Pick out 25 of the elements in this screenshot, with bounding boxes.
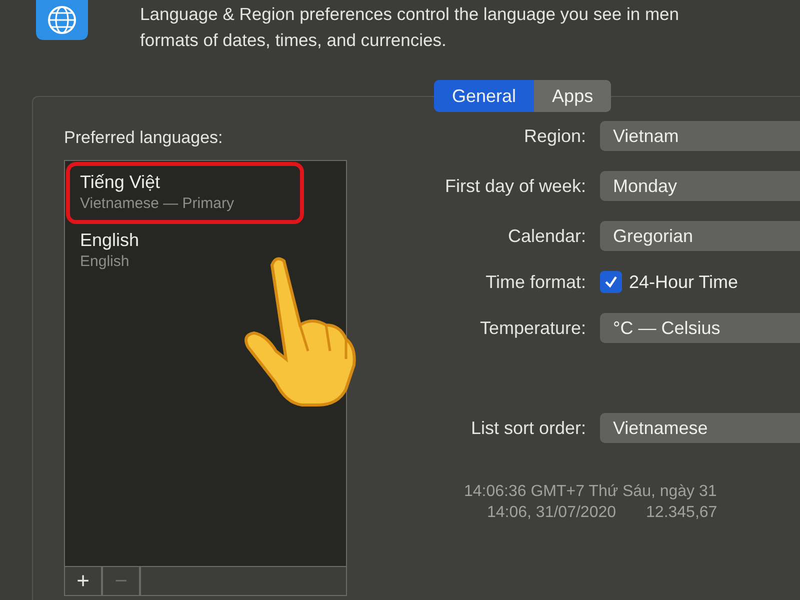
setting-label: Region: <box>522 126 586 146</box>
popup-menu[interactable]: Vietnamese <box>600 413 800 443</box>
sample-number-text: 12.345,67 <box>646 503 718 523</box>
sample-date-text: 14:06:36 GMT+7 Thứ Sáu, ngày 31 <box>464 482 718 502</box>
highlighted-language-item[interactable]: Tiếng Việt Vietnamese — Primary <box>66 162 304 224</box>
tab[interactable]: General <box>434 80 534 112</box>
popup-menu[interactable]: Monday <box>600 171 800 201</box>
section-title: Preferred languages: <box>64 128 224 149</box>
popup-menu[interactable]: Vietnam <box>600 121 800 151</box>
pointing-hand-icon <box>242 255 358 407</box>
setting-label: Temperature: <box>478 318 586 338</box>
popup-menu[interactable]: Gregorian <box>600 221 800 251</box>
setting-label: Time format: <box>484 272 586 292</box>
tab[interactable]: Apps <box>534 80 612 112</box>
checkmark-icon <box>604 275 618 289</box>
description-text: formats of dates, times, and currencies. <box>140 29 448 52</box>
setting-label: First day of week: <box>444 176 586 196</box>
checkbox[interactable] <box>600 271 622 293</box>
popup-menu[interactable]: °C — Celsius <box>600 313 800 343</box>
globe-icon <box>36 0 88 40</box>
checkbox-label: 24-Hour Time <box>629 272 738 292</box>
setting-label: Calendar: <box>506 226 586 246</box>
setting-label: List sort order: <box>470 418 586 438</box>
description-text: Language & Region preferences control the language you see in men <box>140 3 679 26</box>
sample-date-text: 14:06, 31/07/2020 <box>487 503 616 523</box>
